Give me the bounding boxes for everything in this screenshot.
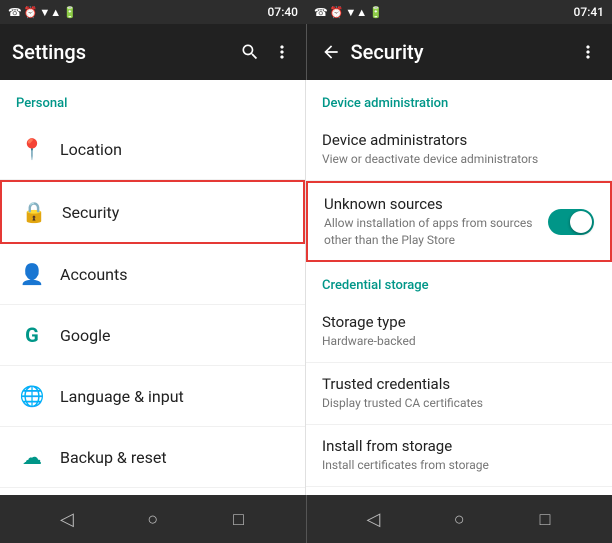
- settings-item-language[interactable]: 🌐 Language & input: [0, 366, 305, 427]
- wifi2-icon: ▼▲: [345, 6, 367, 19]
- location-label: Location: [60, 140, 122, 159]
- security-panel: Device administration Device administrat…: [306, 80, 612, 495]
- battery2-icon: 🔋: [369, 6, 383, 19]
- left-nav-bar: ◁ ○ □: [0, 495, 306, 543]
- toolbars: Settings Security: [0, 24, 612, 80]
- left-status-bar: ☎ ⏰ ▼▲ 🔋 07:40: [0, 0, 306, 24]
- install-from-storage-subtitle: Install certificates from storage: [322, 457, 596, 474]
- search-icon[interactable]: [238, 40, 262, 64]
- accounts-label: Accounts: [60, 265, 127, 284]
- trusted-credentials-title: Trusted credentials: [322, 375, 596, 393]
- left-status-time: 07:40: [268, 5, 298, 19]
- credential-storage-header: Credential storage: [306, 262, 612, 301]
- left-back-nav-icon[interactable]: ◁: [51, 503, 83, 535]
- install-from-storage-text: Install from storage Install certificate…: [322, 437, 596, 474]
- vibrate-icon: ☎: [314, 6, 328, 19]
- phone-icon: ☎: [8, 6, 22, 19]
- language-icon: 🌐: [16, 380, 48, 412]
- clear-credentials-item[interactable]: Clear credentials: [306, 487, 612, 495]
- device-administrators-title: Device administrators: [322, 131, 596, 149]
- left-recent-nav-icon[interactable]: □: [223, 503, 255, 535]
- unknown-sources-toggle[interactable]: [548, 209, 594, 235]
- device-admin-header: Device administration: [306, 80, 612, 119]
- settings-item-accounts[interactable]: 👤 Accounts: [0, 244, 305, 305]
- right-status-time: 07:41: [574, 5, 604, 19]
- unknown-sources-title: Unknown sources: [324, 195, 540, 213]
- right-status-icons: ☎ ⏰ ▼▲ 🔋: [314, 6, 383, 19]
- security-toolbar: Security: [307, 24, 612, 80]
- alarm-icon: ⏰: [24, 6, 38, 19]
- settings-item-google[interactable]: G Google: [0, 305, 305, 366]
- google-label: Google: [60, 326, 111, 345]
- toggle-knob: [570, 211, 592, 233]
- nav-bars: ◁ ○ □ ◁ ○ □: [0, 495, 612, 543]
- battery-icon: 🔋: [63, 6, 77, 19]
- unknown-sources-subtitle: Allow installation of apps from sources …: [324, 215, 540, 249]
- unknown-sources-text: Unknown sources Allow installation of ap…: [324, 195, 540, 249]
- settings-toolbar: Settings: [0, 24, 306, 80]
- device-administrators-text: Device administrators View or deactivate…: [322, 131, 596, 168]
- right-status-bar: ☎ ⏰ ▼▲ 🔋 07:41: [306, 0, 612, 24]
- settings-item-location[interactable]: 📍 Location: [0, 119, 305, 180]
- trusted-credentials-text: Trusted credentials Display trusted CA c…: [322, 375, 596, 412]
- device-administrators-subtitle: View or deactivate device administrators: [322, 151, 596, 168]
- settings-item-backup[interactable]: ☁ Backup & reset: [0, 427, 305, 488]
- right-home-nav-icon[interactable]: ○: [443, 503, 475, 535]
- storage-type-subtitle: Hardware-backed: [322, 333, 596, 350]
- install-from-storage-title: Install from storage: [322, 437, 596, 455]
- settings-panel: Personal 📍 Location 🔒 Security 👤 Account…: [0, 80, 306, 495]
- status-bars: ☎ ⏰ ▼▲ 🔋 07:40 ☎ ⏰ ▼▲ 🔋 07:41: [0, 0, 612, 24]
- personal-section-label: Personal: [0, 80, 305, 119]
- right-back-nav-icon[interactable]: ◁: [357, 503, 389, 535]
- storage-type-item[interactable]: Storage type Hardware-backed: [306, 301, 612, 363]
- right-nav-bar: ◁ ○ □: [307, 495, 612, 543]
- trusted-credentials-subtitle: Display trusted CA certificates: [322, 395, 596, 412]
- storage-type-title: Storage type: [322, 313, 596, 331]
- security-toolbar-title: Security: [351, 40, 569, 64]
- backup-icon: ☁: [16, 441, 48, 473]
- accounts-icon: 👤: [16, 258, 48, 290]
- device-administrators-item[interactable]: Device administrators View or deactivate…: [306, 119, 612, 181]
- right-recent-nav-icon[interactable]: □: [529, 503, 561, 535]
- location-icon: 📍: [16, 133, 48, 165]
- alarm2-icon: ⏰: [330, 6, 344, 19]
- trusted-credentials-item[interactable]: Trusted credentials Display trusted CA c…: [306, 363, 612, 425]
- left-status-icons: ☎ ⏰ ▼▲ 🔋: [8, 6, 77, 19]
- language-label: Language & input: [60, 387, 184, 406]
- security-icon: 🔒: [18, 196, 50, 228]
- backup-label: Backup & reset: [60, 448, 167, 467]
- wifi-icon: ▼▲: [39, 6, 61, 19]
- left-home-nav-icon[interactable]: ○: [137, 503, 169, 535]
- content-area: Personal 📍 Location 🔒 Security 👤 Account…: [0, 80, 612, 495]
- more-vert-icon[interactable]: [270, 40, 294, 64]
- settings-toolbar-title: Settings: [12, 40, 230, 64]
- security-more-icon[interactable]: [576, 40, 600, 64]
- back-icon[interactable]: [319, 40, 343, 64]
- storage-type-text: Storage type Hardware-backed: [322, 313, 596, 350]
- security-label: Security: [62, 203, 119, 222]
- unknown-sources-item[interactable]: Unknown sources Allow installation of ap…: [306, 181, 612, 263]
- google-icon: G: [16, 319, 48, 351]
- settings-item-security[interactable]: 🔒 Security: [0, 180, 305, 244]
- install-from-storage-item[interactable]: Install from storage Install certificate…: [306, 425, 612, 487]
